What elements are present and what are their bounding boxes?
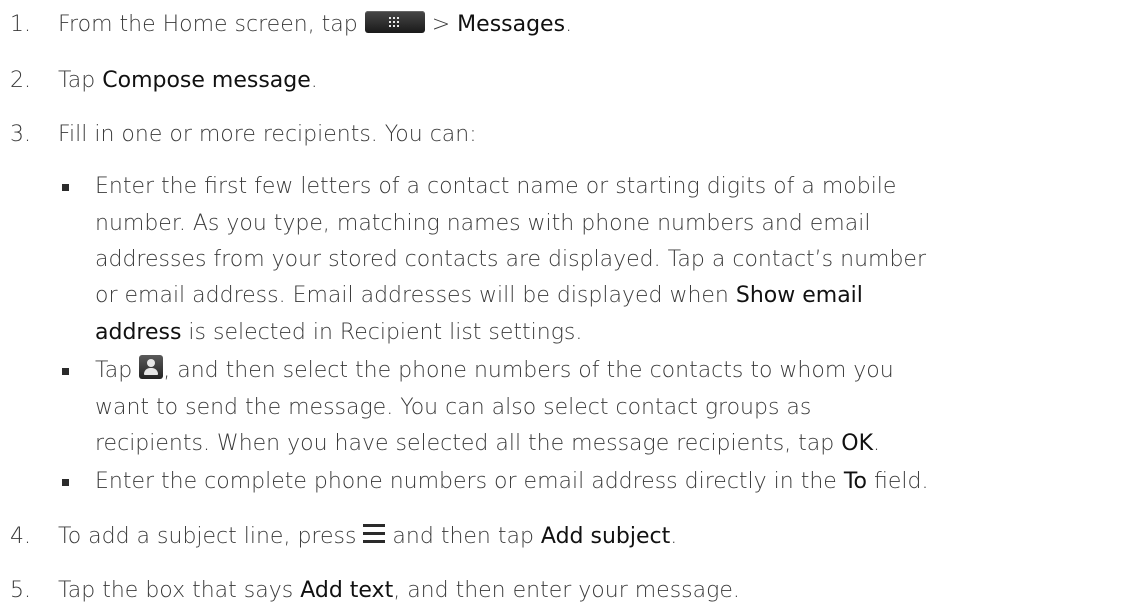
step-4-end: .: [670, 524, 678, 549]
step-5-text: Tap the box that says Add text, and then…: [58, 578, 740, 604]
bullet-2-line-3: recipients. When you have selected all t…: [95, 431, 880, 457]
bullet-1-marker: [62, 184, 69, 191]
show-email-label: Show email: [735, 283, 863, 308]
address-label: address: [95, 320, 182, 345]
step-1-end: .: [565, 12, 573, 37]
compose-message-label: Compose message: [102, 68, 311, 93]
to-field-label: To: [843, 469, 867, 494]
step-5-number: 5.: [10, 578, 31, 603]
add-text-label: Add text: [300, 578, 394, 603]
bullet-1-line-2: number. As you type, matching names with…: [95, 211, 871, 236]
step-1-pre: From the Home screen, tap: [58, 12, 358, 37]
bullet-2-line-3-end: .: [873, 431, 880, 456]
bullet-1-line-4: or email address. Email addresses will b…: [95, 283, 863, 309]
step-1-number: 1.: [10, 12, 31, 37]
apps-grid-icon: [364, 11, 425, 33]
bullet-1-line-3: addresses from your stored contacts are …: [95, 247, 926, 272]
step-2-pre: Tap: [58, 68, 103, 93]
people-icon: [139, 355, 164, 379]
bullet-1-line-5: address is selected in Recipient list se…: [95, 320, 582, 346]
bullet-2-marker: [62, 368, 69, 375]
step-2-text: Tap Compose message.: [58, 68, 318, 94]
step-3-number: 3.: [10, 122, 31, 147]
step-2-number: 2.: [10, 68, 31, 93]
bullet-1-line-5-post: is selected in Recipient list settings.: [181, 320, 583, 345]
bullet-1-line-1: Enter the first few letters of a contact…: [95, 174, 897, 199]
bullet-2-line-1: Tap , and then select the phone numbers …: [95, 355, 894, 384]
bullet-3-line-1: Enter the complete phone numbers or emai…: [95, 469, 928, 495]
bullet-2-line-3-pre: recipients. When you have selected all t…: [95, 431, 842, 456]
bullet-2-line-2: want to send the message. You can also s…: [95, 395, 812, 420]
add-subject-label: Add subject: [540, 524, 671, 549]
step-5-pre: Tap the box that says: [58, 578, 301, 603]
step-4-number: 4.: [10, 524, 31, 549]
bullet-3-pre: Enter the complete phone numbers or emai…: [95, 469, 844, 494]
step-1-text: From the Home screen, tap > Messages.: [58, 11, 573, 38]
menu-icon: [363, 524, 386, 544]
bullet-1-line-4-pre: or email address. Email addresses will b…: [95, 283, 736, 308]
step-1-post: >: [424, 12, 458, 37]
step-3-text: Fill in one or more recipients. You can:: [58, 122, 477, 147]
step-5-post: , and then enter your message.: [393, 578, 740, 603]
step-2-end: .: [310, 68, 318, 93]
bullet-3-marker: [62, 479, 69, 486]
bullet-2-post: , and then select the phone numbers of t…: [163, 358, 894, 383]
step-4-pre: To add a subject line, press: [58, 524, 364, 549]
ok-label: OK: [841, 431, 873, 456]
messages-label: Messages: [457, 12, 566, 37]
bullet-3-post: field.: [866, 469, 929, 494]
step-4-text: To add a subject line, press and then ta…: [58, 524, 677, 550]
bullet-2-pre: Tap: [95, 358, 140, 383]
step-4-mid: and then tap: [385, 524, 541, 549]
